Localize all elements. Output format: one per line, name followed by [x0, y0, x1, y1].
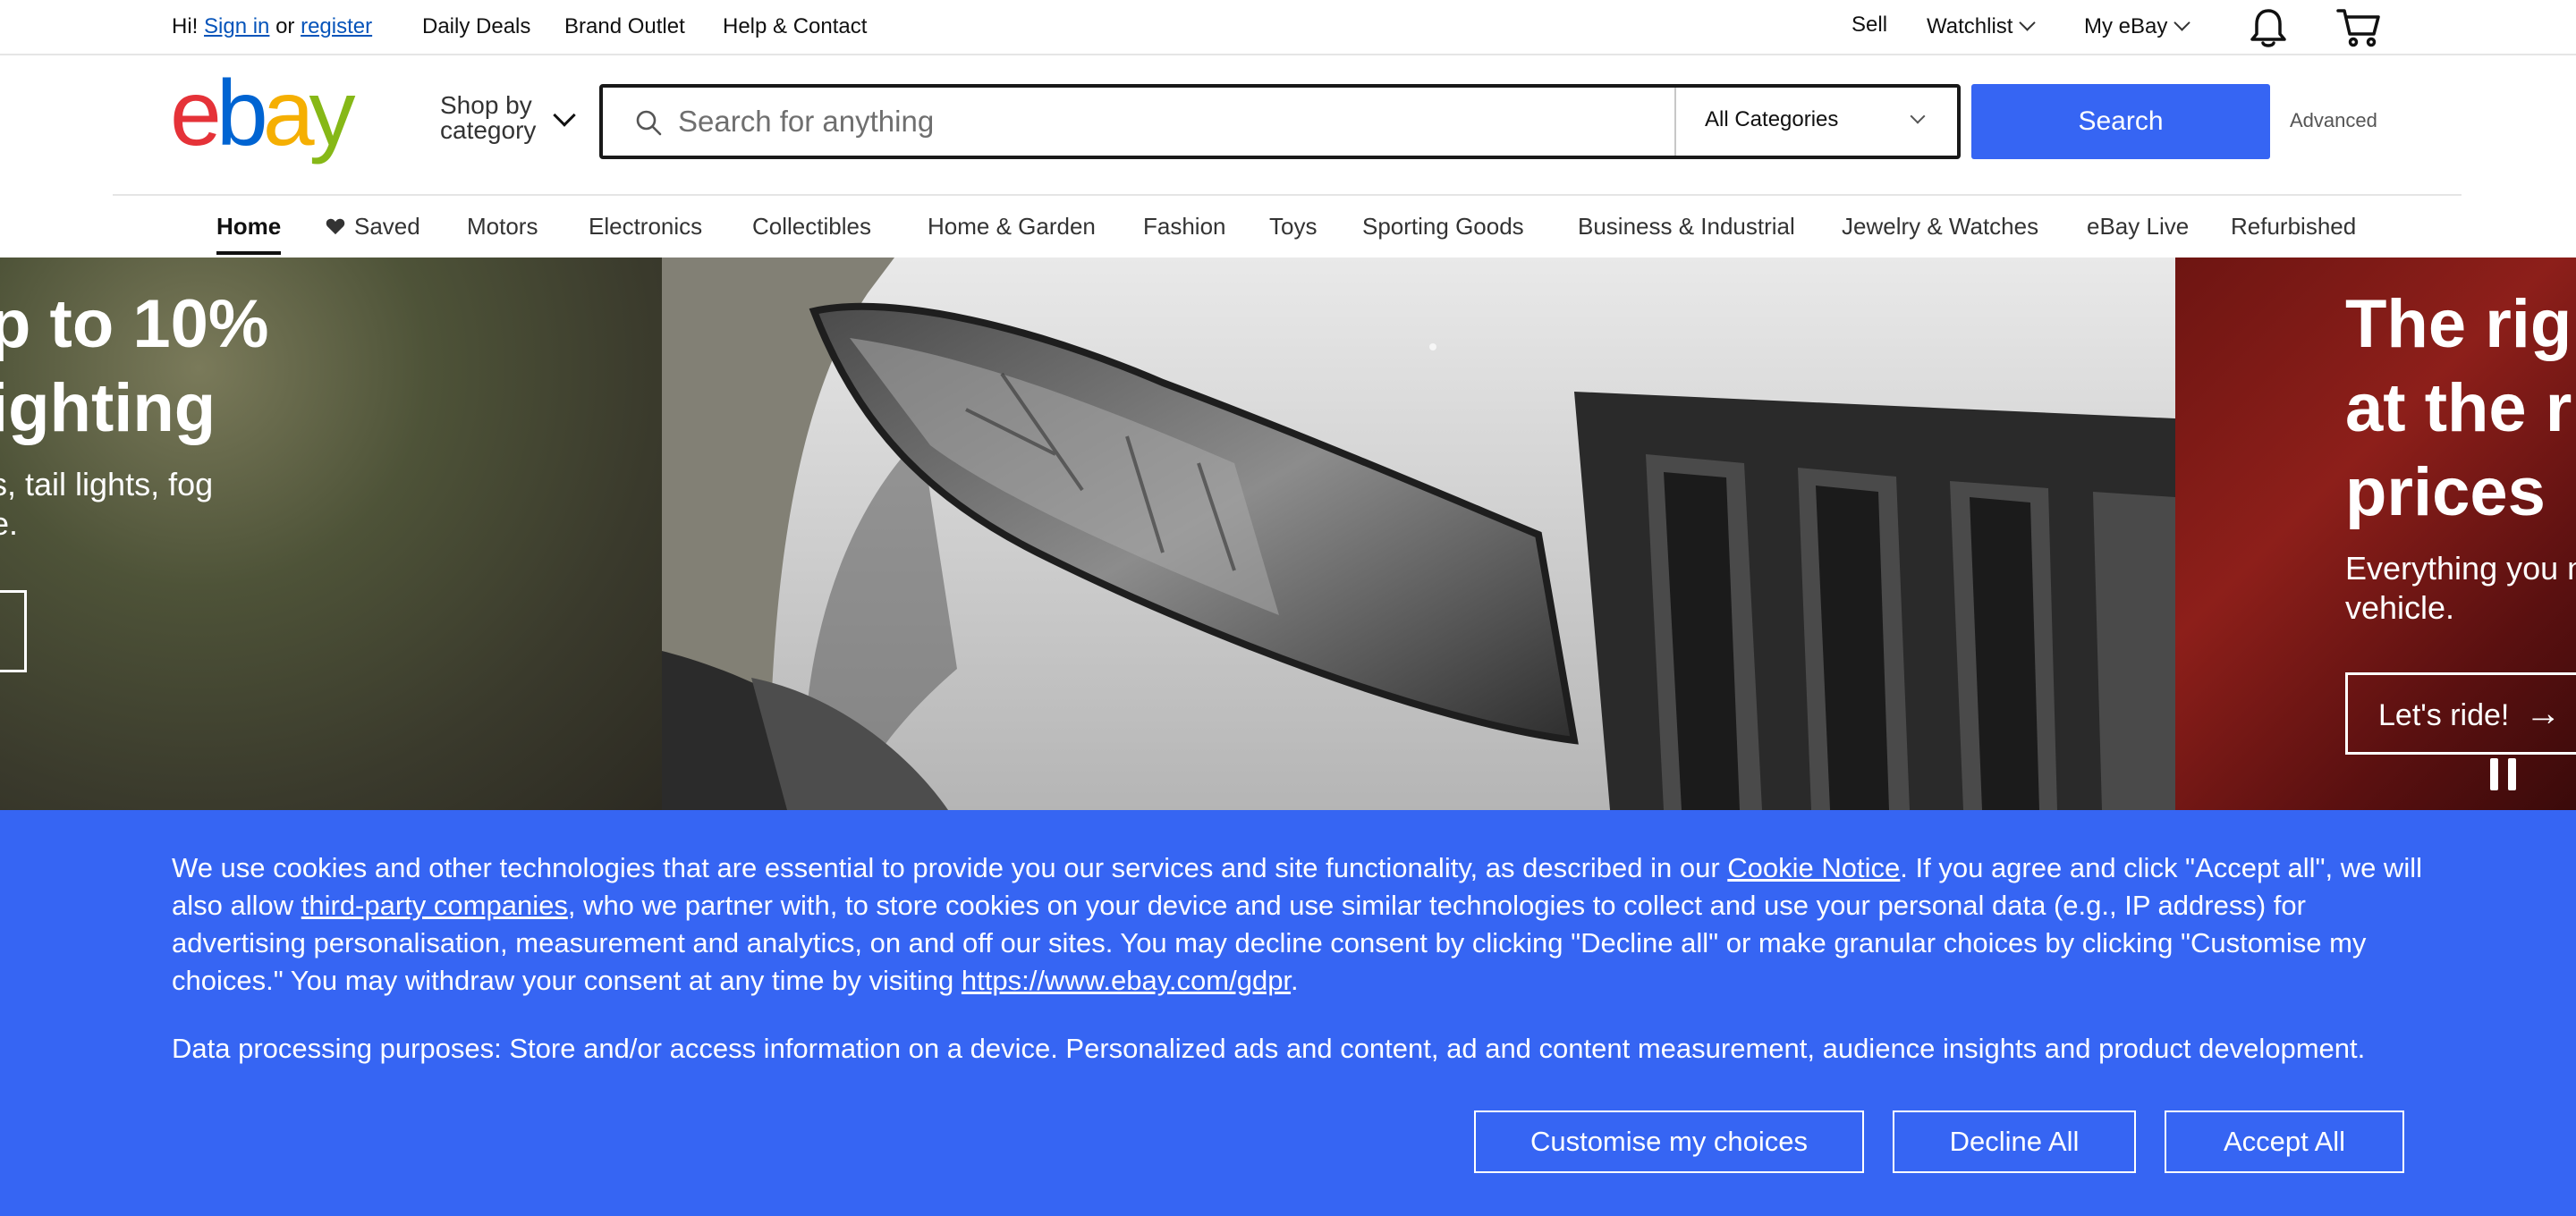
- search-icon: [636, 110, 662, 136]
- tab-collectibles[interactable]: Collectibles: [752, 212, 871, 241]
- hero-right-subtext-line-1: Everything you n: [2345, 550, 2576, 587]
- accept-all-button[interactable]: Accept All: [2165, 1110, 2404, 1173]
- cookie-text-part-1: We use cookies and other technologies th…: [172, 852, 1728, 883]
- tab-motors[interactable]: Motors: [467, 212, 538, 241]
- hero-slide-current-image[interactable]: [662, 258, 2175, 810]
- hero-right-headline: The righ at the ri prices: [2345, 283, 2576, 535]
- heart-icon: [326, 218, 345, 235]
- hero-slide-previous[interactable]: p to 10% ighting s, tail lights, fog e.: [0, 258, 662, 810]
- hero-slide-next[interactable]: The righ at the ri prices Everything you…: [2175, 258, 2576, 810]
- category-label: category: [440, 116, 537, 144]
- cart-icon[interactable]: [2336, 7, 2381, 48]
- sell-link[interactable]: Sell: [1852, 11, 1887, 39]
- shop-by-label: Shop by: [440, 91, 532, 119]
- search-button[interactable]: Search: [1971, 84, 2270, 159]
- chevron-down-icon: [1910, 108, 1926, 124]
- category-select-value: All Categories: [1705, 107, 1839, 131]
- tab-home-garden[interactable]: Home & Garden: [928, 212, 1096, 241]
- shop-by-category-button[interactable]: Shop by category: [440, 91, 576, 144]
- category-select[interactable]: All Categories: [1674, 88, 1957, 156]
- logo-letter-e: e: [170, 75, 218, 165]
- search-bar: All Categories: [599, 84, 1961, 159]
- lets-ride-button[interactable]: Let's ride! →: [2345, 672, 2576, 755]
- hero-right-headline-line-3: prices: [2345, 454, 2546, 530]
- hero-carousel: p to 10% ighting s, tail lights, fog e.: [0, 258, 2576, 810]
- carousel-pause-button[interactable]: [2490, 758, 2517, 790]
- greeting: Hi! Sign in or register: [172, 13, 372, 41]
- arrow-right-icon: →: [2525, 694, 2562, 733]
- greeting-or: or: [275, 14, 295, 38]
- hero-left-headline-line-1: p to 10%: [0, 286, 269, 362]
- hero-left-headline-line-2: ighting: [0, 370, 216, 446]
- watchlist-menu[interactable]: Watchlist: [1927, 13, 2037, 41]
- tab-saved[interactable]: Saved: [326, 212, 420, 241]
- hero-left-headline: p to 10% ighting: [0, 283, 269, 451]
- sign-in-link[interactable]: Sign in: [204, 14, 269, 38]
- chevron-down-icon: [2019, 14, 2037, 31]
- chevron-down-icon: [553, 104, 576, 127]
- top-utility-bar: Hi! Sign in or register Daily Deals Bran…: [0, 0, 2576, 55]
- brand-outlet-link[interactable]: Brand Outlet: [564, 13, 685, 41]
- tab-home[interactable]: Home: [216, 212, 282, 255]
- cookie-text-part-4: .: [1291, 965, 1299, 996]
- tab-sporting-goods[interactable]: Sporting Goods: [1362, 212, 1524, 241]
- third-party-companies-link[interactable]: third-party companies: [301, 890, 568, 921]
- hero-right-subtext: Everything you n vehicle.: [2345, 549, 2576, 628]
- tab-refurbished[interactable]: Refurbished: [2231, 212, 2356, 241]
- search-input[interactable]: [678, 88, 1572, 156]
- decline-all-button[interactable]: Decline All: [1893, 1110, 2136, 1173]
- register-link[interactable]: register: [301, 14, 372, 38]
- gdpr-link[interactable]: https://www.ebay.com/gdpr: [962, 965, 1291, 996]
- tab-ebay-live[interactable]: eBay Live: [2087, 212, 2189, 241]
- category-nav: Home Saved Motors Electronics Collectibl…: [0, 196, 2576, 257]
- tab-business-industrial[interactable]: Business & Industrial: [1578, 212, 1795, 241]
- cookie-notice-link[interactable]: Cookie Notice: [1727, 852, 1900, 883]
- data-processing-purposes: Data processing purposes: Store and/or a…: [172, 1033, 2366, 1064]
- ebay-logo[interactable]: ebay: [170, 75, 381, 165]
- cookie-consent-banner: We use cookies and other technologies th…: [0, 810, 2576, 1216]
- car-headlight-image: [662, 258, 2175, 810]
- greeting-prefix: Hi!: [172, 14, 199, 38]
- my-ebay-label: My eBay: [2084, 14, 2168, 38]
- tab-electronics[interactable]: Electronics: [589, 212, 702, 241]
- tab-fashion[interactable]: Fashion: [1143, 212, 1226, 241]
- logo-letter-y: y: [309, 75, 356, 165]
- hero-left-subtext-line-2: e.: [0, 505, 19, 542]
- help-contact-link[interactable]: Help & Contact: [723, 13, 867, 41]
- pause-icon-bar-right: [2508, 758, 2516, 790]
- hero-right-headline-line-1: The righ: [2345, 286, 2576, 362]
- logo-letter-a: a: [263, 75, 315, 165]
- hero-right-subtext-line-2: vehicle.: [2345, 589, 2455, 626]
- tab-jewelry-watches[interactable]: Jewelry & Watches: [1842, 212, 2038, 241]
- customise-choices-button[interactable]: Customise my choices: [1474, 1110, 1864, 1173]
- hero-left-cta-button[interactable]: [0, 590, 27, 672]
- bell-icon[interactable]: [2249, 7, 2288, 48]
- tab-saved-label: Saved: [354, 213, 420, 240]
- logo-letter-b: b: [216, 75, 265, 165]
- chevron-down-icon: [2174, 14, 2191, 31]
- hero-left-subtext-line-1: s, tail lights, fog: [0, 466, 214, 502]
- tab-toys[interactable]: Toys: [1269, 212, 1317, 241]
- lets-ride-label: Let's ride!: [2378, 698, 2510, 732]
- hero-right-headline-line-2: at the ri: [2345, 370, 2576, 446]
- watchlist-label: Watchlist: [1927, 14, 2013, 38]
- pause-icon-bar-left: [2490, 758, 2498, 790]
- advanced-search-link[interactable]: Advanced: [2290, 109, 2377, 132]
- cookie-notice-text: We use cookies and other technologies th…: [172, 849, 2426, 1000]
- hero-left-subtext: s, tail lights, fog e.: [0, 465, 213, 544]
- my-ebay-menu[interactable]: My eBay: [2084, 13, 2191, 41]
- daily-deals-link[interactable]: Daily Deals: [422, 13, 530, 41]
- logo-text: ebay: [170, 75, 356, 165]
